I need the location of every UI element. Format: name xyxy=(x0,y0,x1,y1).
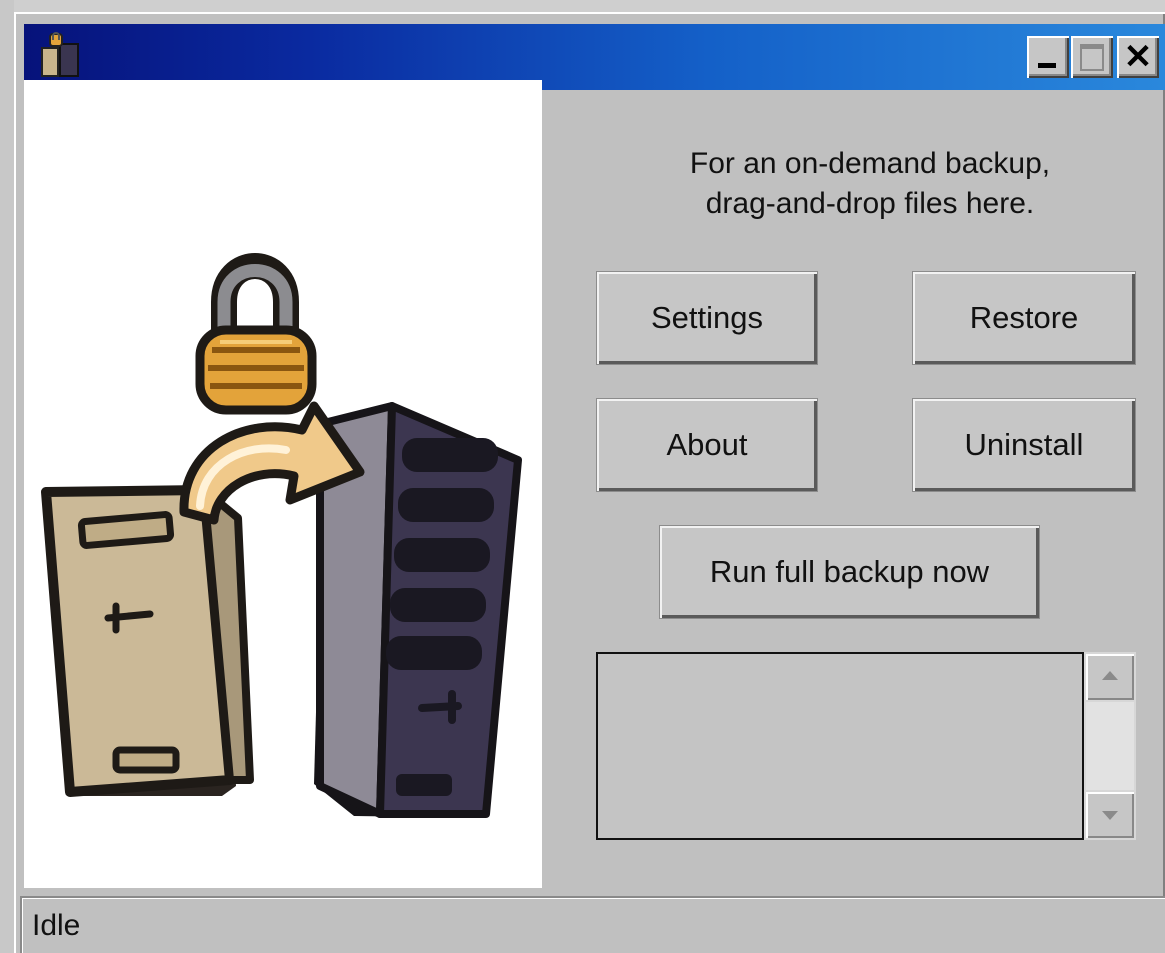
desktop-background-left xyxy=(0,0,14,953)
close-button[interactable]: ✕ xyxy=(1117,36,1159,78)
minimize-icon xyxy=(1038,63,1056,68)
padlock-icon xyxy=(195,253,317,415)
settings-button[interactable]: Settings xyxy=(596,271,818,365)
uninstall-button[interactable]: Uninstall xyxy=(912,398,1136,492)
arrow-up-icon xyxy=(1102,671,1118,680)
arrow-down-icon xyxy=(1102,811,1118,820)
about-button[interactable]: About xyxy=(596,398,818,492)
app-icon[interactable] xyxy=(38,32,86,82)
maximize-icon xyxy=(1080,44,1104,71)
backup-illustration xyxy=(41,253,522,818)
log-scrollbar[interactable] xyxy=(1084,652,1136,840)
file-cabinet-icon xyxy=(41,485,254,797)
scroll-down-button[interactable] xyxy=(1086,792,1134,838)
log-textarea[interactable] xyxy=(596,652,1084,840)
scroll-track[interactable] xyxy=(1086,702,1134,790)
status-bar: Idle xyxy=(20,896,1165,953)
backup-illustration-panel xyxy=(24,80,542,888)
scroll-up-button[interactable] xyxy=(1086,654,1134,700)
run-full-backup-button[interactable]: Run full backup now xyxy=(659,525,1040,619)
close-icon: ✕ xyxy=(1123,38,1153,76)
instruction-line-1: For an on-demand backup, xyxy=(689,147,1051,180)
drop-instructions: For an on-demand backup, drag-and-drop f… xyxy=(600,144,1140,224)
restore-button[interactable]: Restore xyxy=(912,271,1136,365)
maximize-button[interactable] xyxy=(1071,36,1113,78)
minimize-button[interactable] xyxy=(1027,36,1069,78)
status-text: Idle xyxy=(32,909,81,942)
instruction-line-2: drag-and-drop files here. xyxy=(705,187,1035,220)
desktop-background-top xyxy=(0,0,1165,12)
